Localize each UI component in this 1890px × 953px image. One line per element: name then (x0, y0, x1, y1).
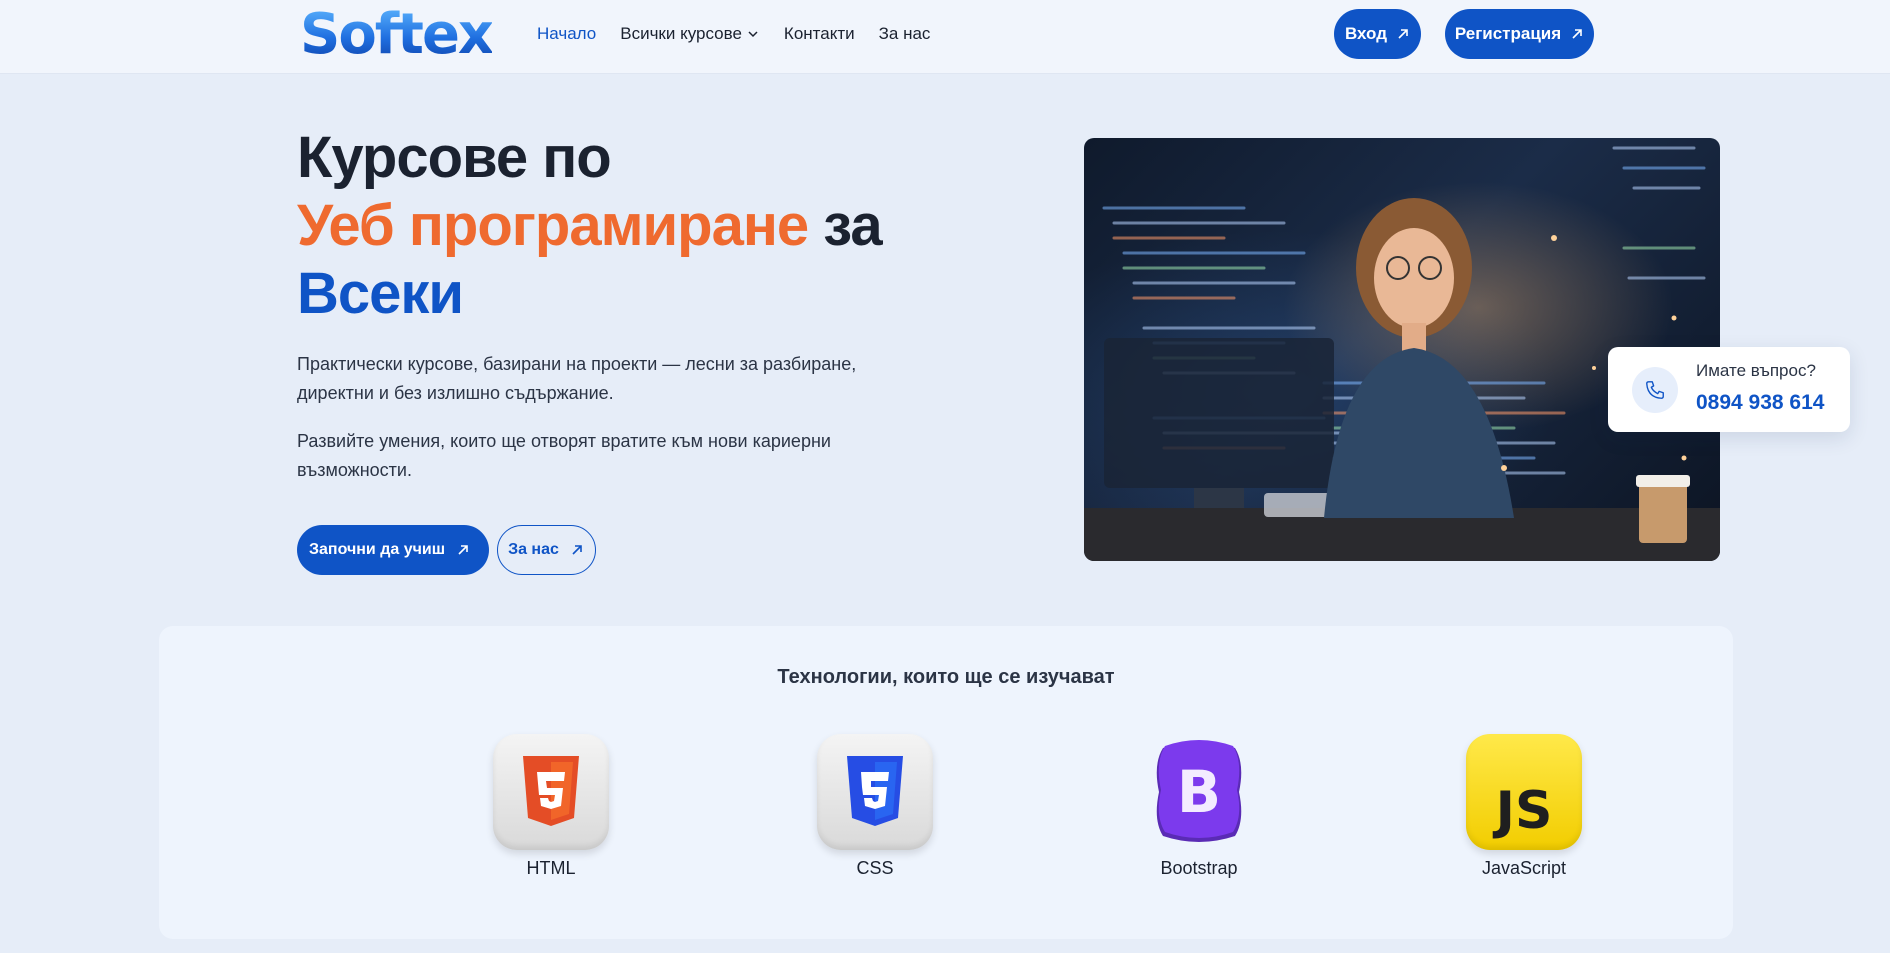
contact-question: Имате въпрос? (1696, 361, 1816, 380)
tech-label: HTML (526, 858, 576, 878)
svg-text:B: B (1177, 758, 1221, 826)
arrow-up-right-icon (572, 545, 582, 555)
tech-label: JavaScript (1481, 858, 1567, 878)
nav-item-about[interactable]: За нас (879, 23, 931, 45)
bootstrap-icon: B (1141, 734, 1257, 850)
about-us-label: За нас (508, 541, 559, 558)
hero-title: Курсове по Уеб програмиране за Всеки (297, 124, 883, 328)
site-header: Softex Начало Всички курсове Контакти За… (0, 0, 1890, 74)
phone-icon-wrap (1632, 367, 1678, 413)
nav-item-label: Всички курсове (620, 24, 742, 43)
arrow-up-right-icon (1398, 29, 1408, 39)
nav-item-contacts[interactable]: Контакти (784, 23, 855, 45)
arrow-up-right-icon (458, 545, 468, 555)
hero-actions: Започни да учиш За нас (297, 525, 596, 575)
html5-icon (493, 734, 609, 850)
register-button-label: Регистрация (1454, 24, 1562, 43)
arrow-up-right-icon (1572, 29, 1582, 39)
css3-icon (817, 734, 933, 850)
nav-item-label: За нас (878, 24, 931, 43)
tech-label: CSS (856, 858, 894, 878)
technologies-title: Технологии, които ще се изучават (777, 666, 1115, 688)
hero-title-line3: Всеки (297, 261, 464, 326)
login-button[interactable]: Вход (1334, 9, 1421, 59)
hero-title-line1: Курсове по (297, 125, 612, 190)
softex-logo[interactable]: Softex (300, 4, 494, 66)
hero-title-highlight: Уеб програмиране (297, 193, 809, 258)
nav-item-all-courses[interactable]: Всички курсове (620, 23, 760, 45)
login-button-label: Вход (1344, 24, 1388, 43)
hero-title-connector: за (808, 193, 882, 258)
nav-item-home[interactable]: Начало (537, 23, 596, 45)
nav-item-label: Контакти (783, 24, 855, 43)
tech-item-html: HTML (471, 734, 631, 879)
hero-subdescription: Развийте умения, които ще отворят вратит… (297, 431, 831, 480)
about-us-button[interactable]: За нас (497, 525, 596, 575)
tech-item-javascript: JS JavaScript (1444, 734, 1604, 879)
main-nav: Начало Всички курсове Контакти За нас (537, 23, 930, 45)
register-button[interactable]: Регистрация (1445, 9, 1594, 59)
start-learning-label: Започни да учиш (309, 541, 446, 558)
tech-item-bootstrap: B Bootstrap (1119, 734, 1279, 879)
nav-item-label: Начало (537, 24, 597, 43)
tech-item-css: CSS (795, 734, 955, 879)
svg-text:JS: JS (1493, 781, 1553, 841)
chevron-down-icon (748, 31, 758, 38)
tech-label: Bootstrap (1160, 858, 1238, 878)
technologies-section: Технологии, които ще се изучават HTML CS… (159, 626, 1733, 939)
start-learning-button[interactable]: Започни да учиш (297, 525, 490, 575)
phone-icon (1646, 381, 1664, 399)
hero-description: Практически курсове, базирани на проекти… (297, 354, 857, 403)
contact-phone[interactable]: 0894 938 614 (1696, 391, 1824, 415)
contact-card[interactable]: Имате въпрос? 0894 938 614 (1608, 347, 1850, 432)
javascript-icon: JS (1466, 734, 1582, 850)
